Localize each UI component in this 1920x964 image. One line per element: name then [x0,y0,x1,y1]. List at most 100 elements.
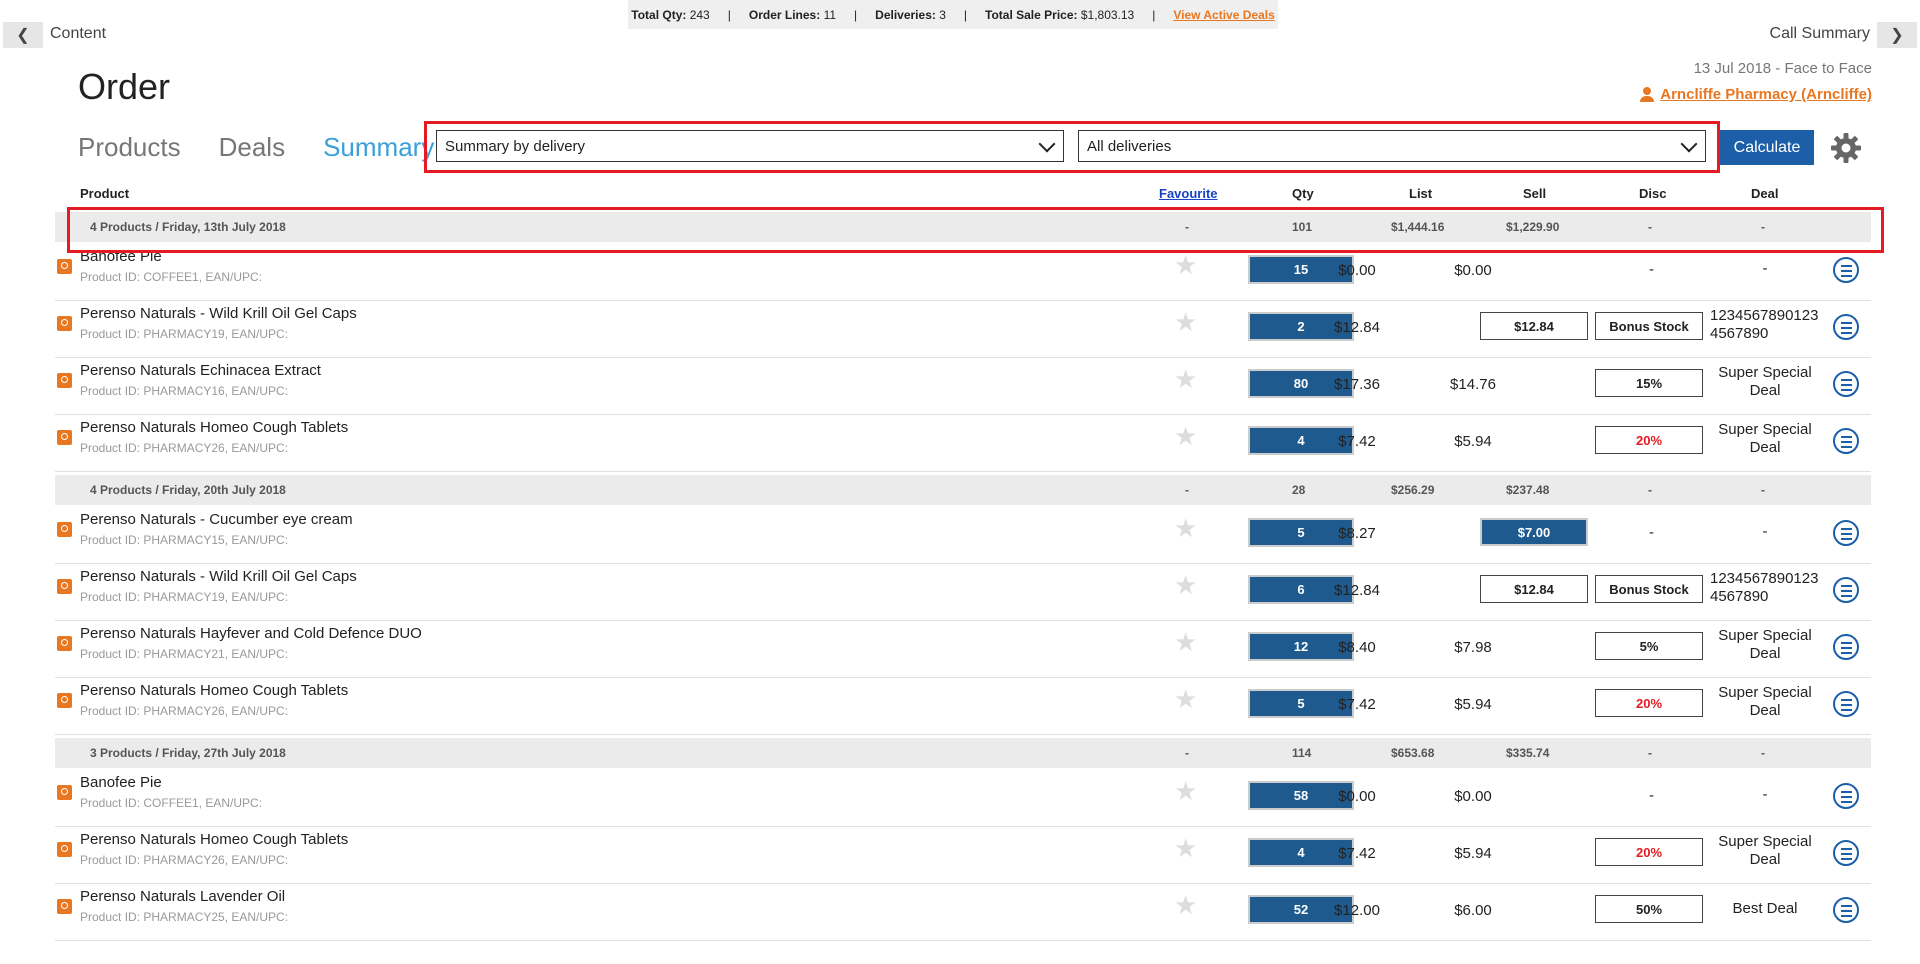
row-menu-icon[interactable] [1833,577,1859,603]
back-button[interactable]: ❮ [3,22,43,48]
product-id: Product ID: PHARMACY19, EAN/UPC: [80,327,289,341]
discount-input[interactable]: 20% [1595,426,1703,454]
row-menu-icon[interactable] [1833,634,1859,660]
product-image-icon[interactable] [57,785,72,800]
product-image-icon[interactable] [57,899,72,914]
group-deal: - [1761,483,1765,497]
discount-input[interactable]: 15% [1595,369,1703,397]
product-image-icon[interactable] [57,259,72,274]
product-row[interactable]: Perenso Naturals Echinacea Extract Produc… [55,358,1871,415]
col-disc[interactable]: Disc [1639,186,1666,201]
customer-link[interactable]: Arncliffe Pharmacy (Arncliffe) [1640,86,1872,103]
row-menu-icon[interactable] [1833,428,1859,454]
delivery-group-row[interactable]: 3 Products / Friday, 27th July 2018 - 114 $… [55,738,1871,768]
product-row[interactable]: Perenso Naturals - Wild Krill Oil Gel Ca… [55,301,1871,358]
col-favourite[interactable]: Favourite [1159,186,1218,201]
row-menu-icon[interactable] [1833,691,1859,717]
favourite-star-icon[interactable]: ★ [1174,307,1197,338]
product-image-icon[interactable] [57,693,72,708]
row-menu-icon[interactable] [1833,897,1859,923]
gear-icon[interactable] [1830,132,1862,164]
group-sell: $335.74 [1506,746,1550,760]
col-product[interactable]: Product [80,186,129,201]
favourite-star-icon[interactable]: ★ [1174,890,1197,921]
delivery-group-row[interactable]: 4 Products / Friday, 20th July 2018 - 28 $2… [55,475,1871,505]
deal-name: Super Special Deal [1718,364,1812,399]
product-row[interactable]: Perenso Naturals Homeo Cough Tablets Prod… [55,678,1871,735]
list-price: $7.42 [1338,433,1376,450]
sell-price-input[interactable]: $12.84 [1480,312,1588,340]
product-name: Perenso Naturals Echinacea Extract [80,362,321,379]
list-price: $7.42 [1338,696,1376,713]
row-menu-icon[interactable] [1833,257,1859,283]
delivery-select[interactable]: All deliveries [1078,130,1706,162]
forward-label[interactable]: Call Summary [1770,25,1870,43]
product-image-icon[interactable] [57,842,72,857]
summary-mode-select[interactable]: Summary by delivery [436,130,1064,162]
row-menu-icon[interactable] [1833,840,1859,866]
favourite-star-icon[interactable]: ★ [1174,250,1197,281]
product-id: Product ID: PHARMACY21, EAN/UPC: [80,647,289,661]
group-label: 4 Products / Friday, 20th July 2018 [90,483,286,497]
page-title: Order [78,66,171,107]
col-list[interactable]: List [1409,186,1432,201]
product-name: Banofee Pie [80,774,162,791]
discount-input[interactable]: 50% [1595,895,1703,923]
product-image-icon[interactable] [57,373,72,388]
list-price: $0.00 [1338,262,1376,279]
product-image-icon[interactable] [57,636,72,651]
favourite-star-icon[interactable]: ★ [1174,627,1197,658]
discount-input[interactable]: 20% [1595,838,1703,866]
col-sell[interactable]: Sell [1523,186,1546,201]
forward-button[interactable]: ❯ [1877,22,1917,48]
row-menu-icon[interactable] [1833,520,1859,546]
list-price: $7.42 [1338,845,1376,862]
group-qty: 28 [1292,483,1306,497]
product-image-icon[interactable] [57,522,72,537]
tab-deals[interactable]: Deals [219,132,285,163]
favourite-star-icon[interactable]: ★ [1174,421,1197,452]
discount-input[interactable]: Bonus Stock [1595,575,1703,603]
product-row[interactable]: Perenso Naturals - Cucumber eye cream Pro… [55,507,1871,564]
product-name: Perenso Naturals - Wild Krill Oil Gel Ca… [80,568,357,585]
back-label[interactable]: Content [50,25,106,43]
tab-summary[interactable]: Summary [323,132,434,163]
favourite-star-icon[interactable]: ★ [1174,833,1197,864]
group-disc: - [1648,746,1652,760]
favourite-star-icon[interactable]: ★ [1174,776,1197,807]
product-name: Perenso Naturals Lavender Oil [80,888,286,905]
favourite-star-icon[interactable]: ★ [1174,364,1197,395]
discount-input[interactable]: 20% [1595,689,1703,717]
tab-products[interactable]: Products [78,132,181,163]
favourite-star-icon[interactable]: ★ [1174,513,1197,544]
product-id: Product ID: PHARMACY26, EAN/UPC: [80,853,289,867]
calculate-button[interactable]: Calculate [1720,130,1814,165]
product-row[interactable]: Perenso Naturals - Wild Krill Oil Gel Ca… [55,564,1871,621]
product-image-icon[interactable] [57,430,72,445]
row-menu-icon[interactable] [1833,783,1859,809]
row-menu-icon[interactable] [1833,371,1859,397]
row-menu-icon[interactable] [1833,314,1859,340]
col-deal[interactable]: Deal [1751,186,1778,201]
favourite-star-icon[interactable]: ★ [1174,570,1197,601]
group-qty: 114 [1292,746,1312,760]
sell-price: $0.00 [1454,788,1492,805]
sell-price-input[interactable]: $7.00 [1480,518,1588,546]
product-image-icon[interactable] [57,579,72,594]
person-icon [1640,87,1655,102]
product-row[interactable]: Perenso Naturals Homeo Cough Tablets Prod… [55,415,1871,472]
product-id: Product ID: COFFEE1, EAN/UPC: [80,796,263,810]
product-name: Perenso Naturals Homeo Cough Tablets [80,831,349,848]
product-row[interactable]: Banofee Pie Product ID: COFFEE1, EAN/UPC:… [55,770,1871,827]
col-qty[interactable]: Qty [1292,186,1314,201]
discount-input[interactable]: Bonus Stock [1595,312,1703,340]
product-row[interactable]: Perenso Naturals Hayfever and Cold Defen… [55,621,1871,678]
product-image-icon[interactable] [57,316,72,331]
discount-input[interactable]: 5% [1595,632,1703,660]
product-row[interactable]: Perenso Naturals Homeo Cough Tablets Prod… [55,827,1871,884]
view-active-deals-link[interactable]: View Active Deals [1173,8,1274,22]
discount-value: - [1649,261,1654,278]
favourite-star-icon[interactable]: ★ [1174,684,1197,715]
sell-price-input[interactable]: $12.84 [1480,575,1588,603]
product-row[interactable]: Perenso Naturals Lavender Oil Product ID:… [55,884,1871,941]
